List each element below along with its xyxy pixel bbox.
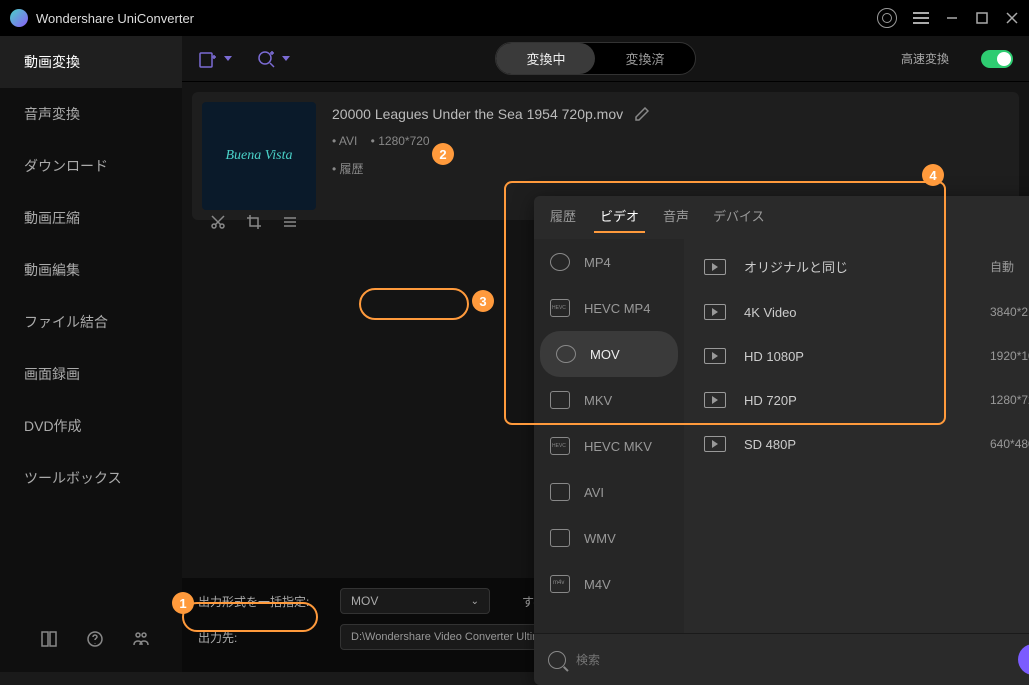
output-dest-label: 出力先:	[198, 629, 328, 646]
resolution-label: オリジナルと同じ	[744, 257, 972, 276]
guide-icon[interactable]	[40, 630, 58, 648]
file-name-label: 20000 Leagues Under the Sea 1954 720p.mo…	[332, 106, 623, 122]
sidebar-item-dvd[interactable]: DVD作成	[0, 400, 182, 452]
add-url-button[interactable]	[256, 49, 290, 69]
video-thumbnail[interactable]: Buena Vista	[202, 102, 316, 210]
video-play-icon	[704, 259, 726, 275]
account-icon[interactable]	[132, 630, 150, 648]
app-title: Wondershare UniConverter	[36, 11, 869, 26]
format-item-m4v[interactable]: M4V	[534, 561, 684, 607]
resolution-label: 4K Video	[744, 305, 972, 320]
sidebar-item-edit[interactable]: 動画編集	[0, 244, 182, 296]
resolution-dim: 1920*1080	[990, 349, 1029, 363]
format-item-avi[interactable]: AVI	[534, 469, 684, 515]
format-item-wmv[interactable]: WMV	[534, 515, 684, 561]
resolution-item[interactable]: SD 480P 640*480	[684, 422, 1029, 466]
minimize-button[interactable]	[945, 11, 959, 25]
resolution-label: HD 720P	[744, 393, 972, 408]
highspeed-label: 高速変換	[901, 50, 949, 67]
resolution-dim: 3840*2160	[990, 305, 1029, 319]
format-item-hevc-mkv[interactable]: HEVC MKV	[534, 423, 684, 469]
callout-badge-1: 1	[172, 592, 194, 614]
app-logo-icon	[10, 9, 28, 27]
format-item-hevc-mp4[interactable]: HEVC MP4	[534, 285, 684, 331]
resolution-item[interactable]: HD 720P 1280*720	[684, 378, 1029, 422]
output-format-select[interactable]: MOV ⌄	[340, 588, 490, 614]
highspeed-toggle[interactable]	[981, 50, 1013, 68]
user-avatar-icon[interactable]	[877, 8, 897, 28]
sidebar-item-merge[interactable]: ファイル結合	[0, 296, 182, 348]
tab-converting[interactable]: 変換中	[496, 43, 595, 74]
sidebar-item-download[interactable]: ダウンロード	[0, 140, 182, 192]
resolution-label: SD 480P	[744, 437, 972, 452]
chevron-down-icon	[282, 56, 290, 61]
film-icon	[550, 483, 570, 501]
file-meta-resolution: 1280*720	[371, 134, 430, 148]
sidebar-item-compress[interactable]: 動画圧縮	[0, 192, 182, 244]
format-list: MP4 HEVC MP4 MOV MKV HEVC MKV AVI WMV M4…	[534, 239, 684, 633]
output-format-label: 出力形式を一括指定:	[198, 593, 328, 610]
edit-name-icon[interactable]	[635, 107, 649, 121]
file-meta-format: AVI	[332, 134, 357, 148]
format-tab-history[interactable]: 履歴	[550, 206, 576, 231]
highlight-mov	[359, 288, 469, 320]
resolution-label: HD 1080P	[744, 349, 972, 364]
hevc-icon	[550, 299, 570, 317]
resolution-dim: 640*480	[990, 437, 1029, 451]
resolution-dim: 自動	[990, 258, 1029, 275]
sidebar-item-record[interactable]: 画面録画	[0, 348, 182, 400]
status-tabs: 変換中 変換済	[495, 42, 695, 75]
cut-icon[interactable]	[210, 214, 226, 230]
video-play-icon	[704, 436, 726, 452]
hevc-icon	[550, 437, 570, 455]
close-button[interactable]	[1005, 11, 1019, 25]
menu-icon[interactable]	[913, 12, 929, 24]
maximize-button[interactable]	[975, 11, 989, 25]
format-item-mp4[interactable]: MP4	[534, 239, 684, 285]
format-item-mov[interactable]: MOV	[540, 331, 678, 377]
toolbar: 変換中 変換済 高速変換	[182, 36, 1029, 82]
sidebar-item-toolbox[interactable]: ツールボックス	[0, 452, 182, 504]
video-play-icon	[704, 348, 726, 364]
help-icon[interactable]	[86, 630, 104, 648]
disc-icon	[550, 253, 570, 271]
resolution-list: オリジナルと同じ 自動 4K Video 3840*2160 HD 1080P …	[684, 239, 1029, 633]
add-file-button[interactable]	[198, 49, 232, 69]
disc-icon	[556, 345, 576, 363]
sidebar: 動画変換 音声変換 ダウンロード 動画圧縮 動画編集 ファイル結合 画面録画 D…	[0, 36, 182, 672]
format-item-mkv[interactable]: MKV	[534, 377, 684, 423]
file-meta-history: 履歴	[332, 162, 364, 176]
video-play-icon	[704, 304, 726, 320]
format-tab-video[interactable]: ビデオ	[600, 206, 639, 231]
customize-button[interactable]: カスタマイズ	[1018, 644, 1029, 675]
callout-badge-3: 3	[472, 290, 494, 312]
format-tab-audio[interactable]: 音声	[663, 206, 689, 231]
format-tab-device[interactable]: デバイス	[713, 206, 765, 231]
video-icon	[550, 391, 570, 409]
tab-converted[interactable]: 変換済	[595, 43, 694, 74]
m4v-icon	[550, 575, 570, 593]
callout-badge-2: 2	[432, 143, 454, 165]
resolution-dim: 1280*720	[990, 393, 1029, 407]
effects-icon[interactable]	[282, 214, 298, 230]
sidebar-item-audio-convert[interactable]: 音声変換	[0, 88, 182, 140]
callout-badge-4: 4	[922, 164, 944, 186]
format-search-input[interactable]	[576, 653, 1008, 667]
video-play-icon	[704, 392, 726, 408]
crop-icon[interactable]	[246, 214, 262, 230]
format-dropdown-panel: 履歴 ビデオ 音声 デバイス MP4 HEVC MP4 MOV MKV HEVC…	[534, 196, 1029, 685]
chevron-down-icon	[224, 56, 232, 61]
resolution-item[interactable]: オリジナルと同じ 自動	[684, 243, 1029, 290]
sidebar-item-video-convert[interactable]: 動画変換	[0, 36, 182, 88]
resolution-item[interactable]: HD 1080P 1920*1080	[684, 334, 1029, 378]
resolution-item[interactable]: 4K Video 3840*2160	[684, 290, 1029, 334]
search-icon	[548, 651, 566, 669]
content-area: 変換中 変換済 高速変換 Buena Vista 200	[182, 36, 1029, 672]
title-bar: Wondershare UniConverter	[0, 0, 1029, 36]
film-icon	[550, 529, 570, 547]
